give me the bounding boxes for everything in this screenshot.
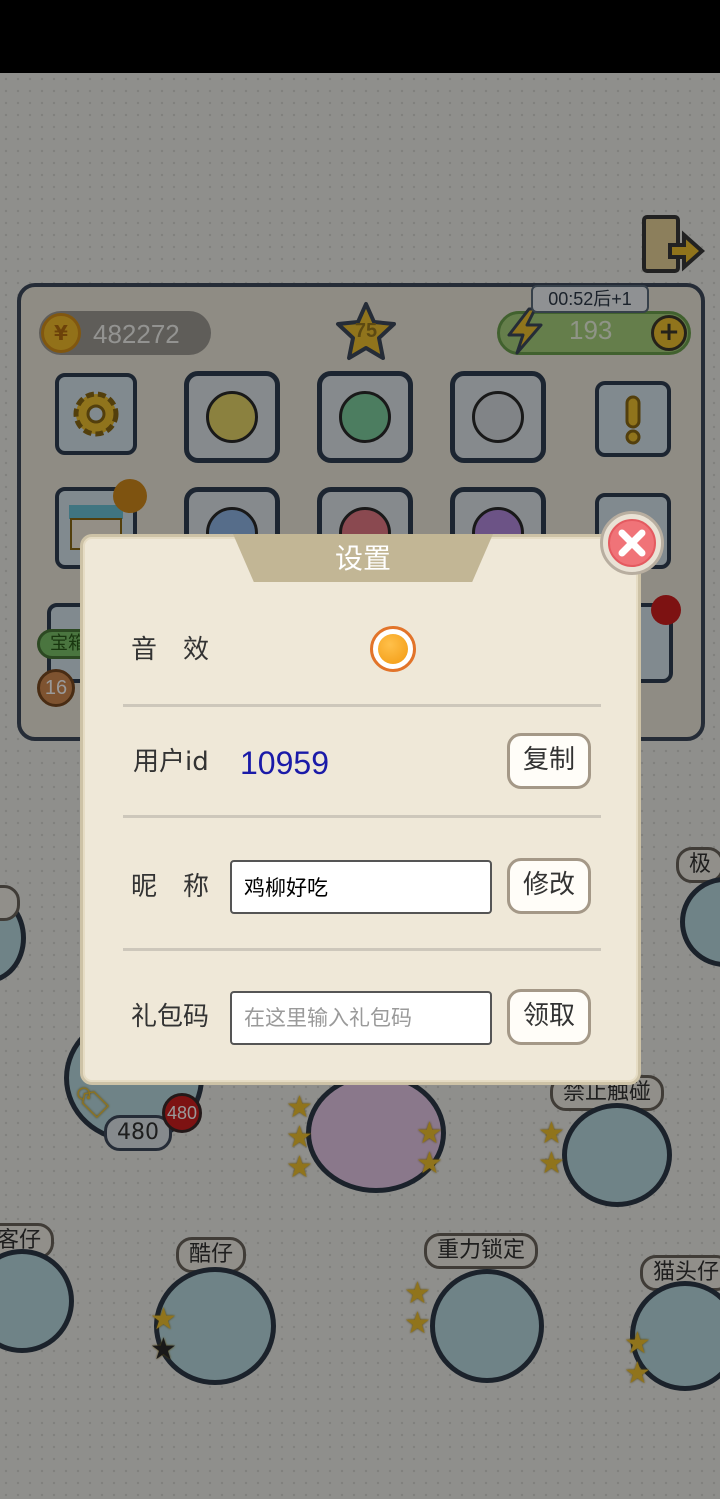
divider: [123, 948, 601, 951]
modify-button[interactable]: 修改: [507, 858, 591, 914]
nickname-input[interactable]: [230, 860, 492, 914]
gift-code-input[interactable]: [230, 991, 492, 1045]
status-bar: [0, 0, 720, 73]
settings-dialog: 设置 音 效 用户id 10959 复制 昵 称 修改 礼包码 领取: [80, 534, 641, 1085]
claim-button[interactable]: 领取: [507, 989, 591, 1045]
user-id-label: 用户id: [133, 747, 209, 777]
divider: [123, 815, 601, 818]
divider: [123, 704, 601, 707]
sound-toggle[interactable]: [370, 626, 416, 672]
user-id-value: 10959: [240, 745, 329, 781]
toggle-knob: [378, 634, 408, 664]
nickname-label: 昵 称: [131, 872, 210, 902]
close-icon-bg: [608, 519, 656, 567]
gift-code-label: 礼包码: [131, 1002, 210, 1032]
dialog-title: 设置: [334, 542, 391, 575]
close-icon: [618, 529, 646, 557]
copy-button[interactable]: 复制: [507, 733, 591, 789]
close-button[interactable]: [600, 511, 664, 575]
sound-label: 音 效: [131, 635, 210, 665]
